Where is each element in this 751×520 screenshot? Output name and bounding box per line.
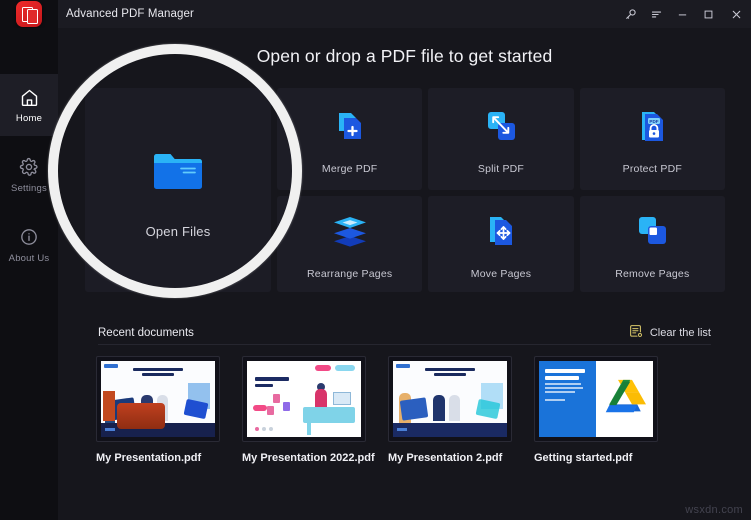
sidebar: Home Settings About Us <box>0 28 58 520</box>
tile-move-pages[interactable]: Move Pages <box>428 196 573 292</box>
list-item[interactable]: Getting started.pdf <box>534 356 658 464</box>
sidebar-item-settings[interactable]: Settings <box>0 144 58 206</box>
tile-rearrange-pages[interactable]: Rearrange Pages <box>277 196 422 292</box>
tools-grid: Open Files Merge PDF <box>85 88 725 292</box>
document-name: My Presentation 2.pdf <box>388 452 512 464</box>
list-item[interactable]: My Presentation.pdf <box>96 356 220 464</box>
clear-list-label: Clear the list <box>650 327 711 339</box>
minimize-icon[interactable] <box>669 0 695 28</box>
app-title: Advanced PDF Manager <box>66 8 194 20</box>
gear-icon <box>19 157 39 178</box>
protect-pdf-lock-icon: PDF <box>632 103 672 149</box>
tile-protect-pdf[interactable]: PDF Protect PDF <box>580 88 725 190</box>
merge-pdf-icon <box>330 103 370 149</box>
title-bar: Advanced PDF Manager <box>0 0 751 28</box>
maximize-icon[interactable] <box>695 0 721 28</box>
recent-documents-header: Recent documents Clear the list <box>98 324 711 342</box>
clear-list-icon <box>629 324 644 342</box>
page-title: Open or drop a PDF file to get started <box>58 46 751 67</box>
watermark: wsxdn.com <box>685 504 743 516</box>
recent-divider <box>98 344 711 345</box>
recent-documents-list: My Presentation.pdf <box>96 356 658 464</box>
sidebar-item-label-settings: Settings <box>11 183 47 194</box>
tile-split-pdf[interactable]: Split PDF <box>428 88 573 190</box>
menu-icon[interactable] <box>643 0 669 28</box>
list-item[interactable]: My Presentation 2022.pdf <box>242 356 366 464</box>
svg-text:PDF: PDF <box>650 119 659 124</box>
document-thumbnail[interactable] <box>534 356 658 442</box>
document-thumbnail[interactable] <box>388 356 512 442</box>
thumb-art-journalists-light <box>393 361 507 437</box>
tile-label-merge-pdf: Merge PDF <box>322 163 377 175</box>
google-drive-logo-icon <box>604 378 646 421</box>
tile-label-open-files: Open Files <box>146 224 211 239</box>
sidebar-item-label-about: About Us <box>9 253 50 264</box>
tile-merge-pdf[interactable]: Merge PDF <box>277 88 422 190</box>
close-icon[interactable] <box>721 0 751 28</box>
tile-remove-pages[interactable]: Remove Pages <box>580 196 725 292</box>
document-thumbnail[interactable] <box>96 356 220 442</box>
remove-pages-icon <box>632 208 672 254</box>
tile-label-rearrange-pages: Rearrange Pages <box>307 268 392 280</box>
tile-label-move-pages: Move Pages <box>471 268 531 280</box>
thumb-art-work-from-home <box>247 361 361 437</box>
sidebar-item-label-home: Home <box>16 113 42 124</box>
thumb-art-journalists-dark <box>101 361 215 437</box>
tile-open-files[interactable]: Open Files <box>85 88 271 292</box>
layers-icon <box>329 208 371 254</box>
clear-list-button[interactable]: Clear the list <box>629 324 711 342</box>
pdf-app-logo-icon <box>16 1 42 27</box>
document-name: My Presentation.pdf <box>96 452 220 464</box>
main-content: Open or drop a PDF file to get started O… <box>58 28 751 520</box>
tile-label-protect-pdf: Protect PDF <box>623 163 682 175</box>
tile-label-remove-pages: Remove Pages <box>615 268 689 280</box>
move-pages-icon <box>481 208 521 254</box>
split-pdf-icon <box>481 103 521 149</box>
folder-open-icon <box>150 142 206 202</box>
sidebar-item-about-us[interactable]: About Us <box>0 214 58 276</box>
info-icon <box>19 227 39 248</box>
document-name: My Presentation 2022.pdf <box>242 452 366 464</box>
tile-label-split-pdf: Split PDF <box>478 163 524 175</box>
thumb-art-google-drive <box>539 361 653 437</box>
document-name: Getting started.pdf <box>534 452 658 464</box>
list-item[interactable]: My Presentation 2.pdf <box>388 356 512 464</box>
document-thumbnail[interactable] <box>242 356 366 442</box>
app-logo-container <box>0 0 58 28</box>
sidebar-item-home[interactable]: Home <box>0 74 58 136</box>
home-icon <box>19 87 40 108</box>
key-icon[interactable] <box>617 0 643 28</box>
window-controls <box>617 0 751 28</box>
app-window: Advanced PDF Manager <box>0 0 751 520</box>
recent-documents-title: Recent documents <box>98 327 194 339</box>
